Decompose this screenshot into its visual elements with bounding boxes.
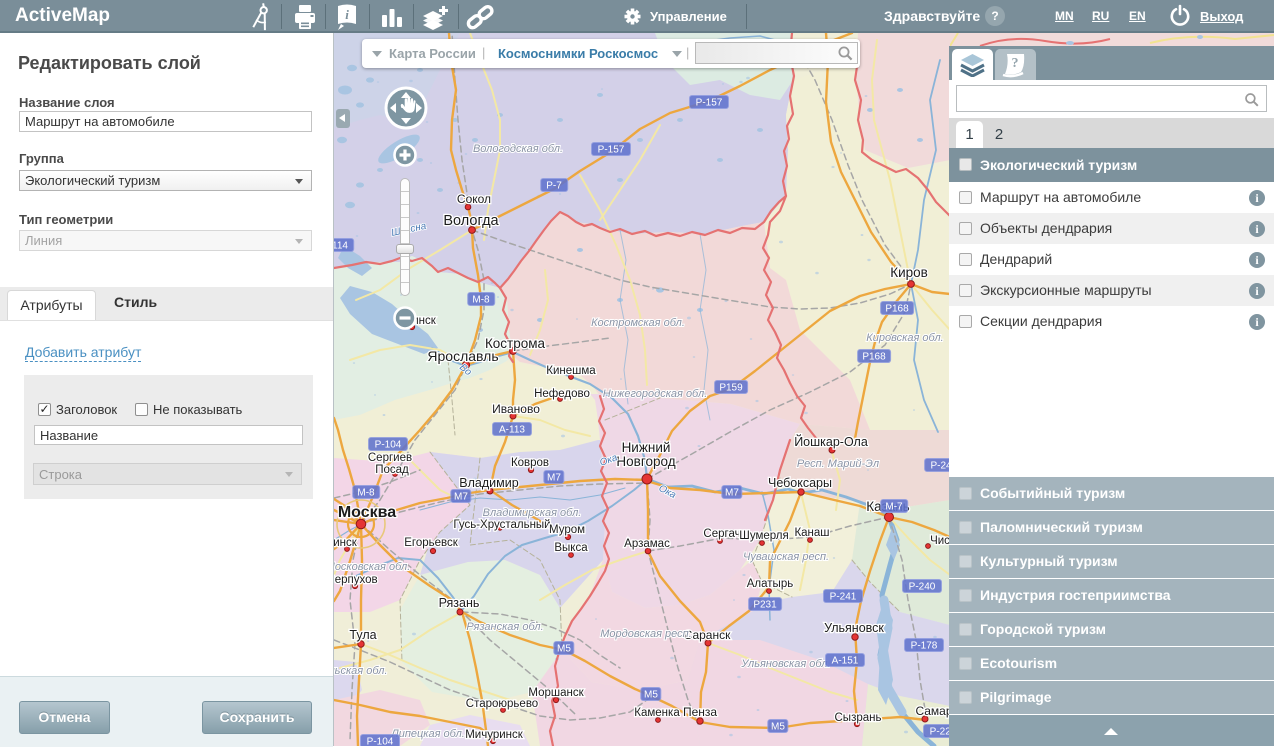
svg-text:Р168: Р168 (885, 304, 909, 315)
svg-text:Сергиев: Сергиев (368, 452, 412, 464)
svg-text:Вологда: Вологда (443, 213, 499, 229)
svg-text:Кинешма: Кинешма (546, 365, 596, 377)
svg-text:М5: М5 (771, 722, 785, 733)
svg-text:Староюрьево: Староюрьево (466, 698, 538, 710)
svg-text:Москва: Москва (338, 504, 396, 521)
svg-text:Нижегородская обл.: Нижегородская обл. (603, 388, 708, 400)
svg-text:М-8: М-8 (357, 488, 375, 499)
svg-text:Ковров: Ковров (511, 457, 549, 469)
svg-text:Владимир: Владимир (459, 476, 518, 490)
svg-text:Нефедово: Нефедово (534, 388, 590, 400)
svg-text:i: i (345, 7, 349, 22)
svg-text:Р159: Р159 (719, 383, 743, 394)
svg-text:114: 114 (334, 241, 348, 252)
svg-text:Мордовская респ.: Мордовская респ. (600, 628, 692, 640)
svg-text:Р-7: Р-7 (546, 181, 562, 192)
svg-text:Р-104: Р-104 (367, 737, 394, 747)
svg-text:Выкса: Выкса (554, 542, 588, 554)
svg-text:Иваново: Иваново (492, 402, 540, 416)
svg-text:Сокол: Сокол (457, 192, 491, 206)
svg-text:М-8: М-8 (472, 295, 490, 306)
svg-text:инск: инск (334, 537, 358, 549)
svg-text:Тула: Тула (349, 628, 376, 642)
svg-text:Костромская обл.: Костромская обл. (591, 317, 685, 329)
svg-text:Мичуринск: Мичуринск (465, 729, 524, 741)
svg-text:М7: М7 (454, 492, 468, 503)
svg-text:Р-241: Р-241 (830, 592, 857, 603)
svg-text:Муром: Муром (549, 524, 585, 536)
svg-text:Р-157: Р-157 (598, 145, 625, 156)
svg-text:Ульяновская обл.: Ульяновская обл. (740, 658, 830, 670)
svg-text:Р-24: Р-24 (930, 461, 950, 472)
svg-text:Рязань: Рязань (439, 596, 480, 610)
svg-text:Р231: Р231 (753, 600, 777, 611)
svg-text:Алатырь: Алатырь (747, 578, 793, 590)
svg-text:Шумерля: Шумерля (739, 530, 788, 542)
svg-text:льская обл.: льская обл. (334, 665, 388, 677)
svg-text:Кировская обл.: Кировская обл. (866, 332, 943, 344)
svg-text:Р-228: Р-228 (930, 727, 950, 738)
svg-text:М5: М5 (557, 644, 571, 655)
svg-text:Р-157: Р-157 (696, 98, 723, 109)
svg-text:Вологодская обл.: Вологодская обл. (473, 143, 563, 155)
svg-text:Сызрань: Сызрань (835, 712, 882, 724)
svg-text:Посад: Посад (375, 464, 409, 476)
svg-text:Сергач: Сергач (703, 528, 740, 540)
svg-text:Р-178: Р-178 (911, 641, 938, 652)
svg-text:Р168: Р168 (862, 352, 886, 363)
svg-text:А-113: А-113 (499, 425, 525, 436)
svg-text:Самар: Самар (915, 704, 950, 718)
svg-text:Киров: Киров (890, 265, 928, 280)
svg-text:Новгород: Новгород (616, 454, 675, 469)
svg-text:А-151: А-151 (832, 656, 859, 667)
svg-text:?: ? (1012, 56, 1019, 71)
svg-text:М7: М7 (725, 488, 739, 499)
svg-text:Р-240: Р-240 (909, 582, 936, 593)
svg-text:Чувашская респ.: Чувашская респ. (743, 551, 829, 563)
svg-text:Ульяновск: Ульяновск (824, 621, 884, 635)
svg-text:Респ. Марий-Эл: Респ. Марий-Эл (797, 458, 879, 470)
svg-text:М-7: М-7 (885, 502, 903, 513)
svg-text:Владимирская обл.: Владимирская обл. (483, 507, 582, 519)
svg-text:Липецкая обл.: Липецкая обл. (390, 728, 465, 740)
svg-text:Московская обл.: Московская обл. (334, 561, 410, 573)
svg-text:Серпухов: Серпухов (334, 574, 378, 586)
svg-text:Йошкар-Ола: Йошкар-Ола (794, 434, 868, 449)
svg-text:Моршанск: Моршанск (528, 687, 584, 699)
svg-text:Арзамас: Арзамас (624, 538, 670, 550)
svg-text:Рязанская обл.: Рязанская обл. (466, 621, 543, 633)
svg-text:Егорьевск: Егорьевск (404, 537, 459, 549)
svg-text:Чис: Чис (930, 535, 950, 547)
svg-text:Нижний: Нижний (622, 440, 671, 455)
svg-text:М7: М7 (547, 473, 561, 484)
svg-text:М5: М5 (644, 690, 658, 701)
svg-text:Ярославль: Ярославль (427, 348, 498, 364)
svg-text:Пенза: Пенза (683, 705, 717, 719)
svg-text:Канаш: Канаш (794, 527, 829, 539)
svg-text:Гусь-Хрустальный: Гусь-Хрустальный (453, 519, 550, 531)
svg-text:Каменка: Каменка (634, 707, 680, 719)
svg-text:Чебоксары: Чебоксары (768, 476, 832, 490)
svg-text:Р-104: Р-104 (375, 440, 402, 451)
